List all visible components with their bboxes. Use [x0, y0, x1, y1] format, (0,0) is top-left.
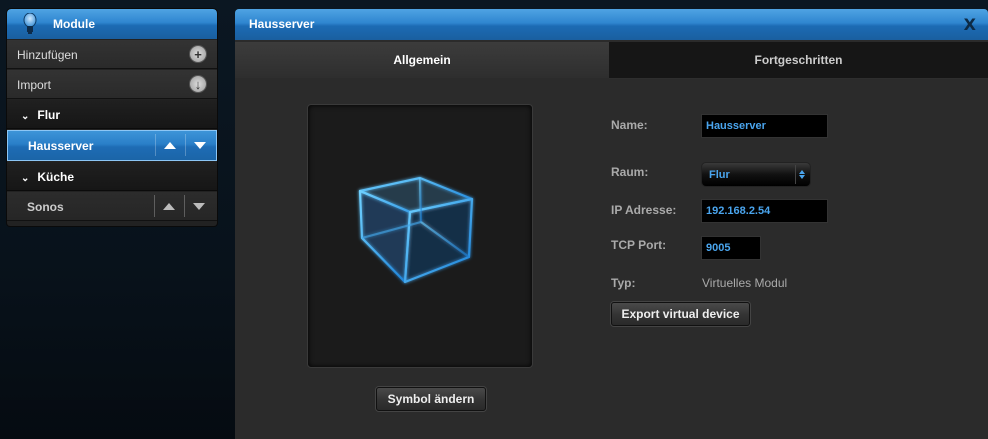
sidebar-item-hausserver[interactable]: Hausserver	[7, 130, 217, 161]
move-up-button[interactable]	[154, 195, 183, 217]
ip-address-field[interactable]: 192.168.2.54	[701, 199, 828, 223]
sidebar-group-flur[interactable]: ⌄ Flur	[7, 100, 217, 129]
room-label: Raum:	[611, 165, 649, 179]
move-up-button[interactable]	[155, 134, 184, 156]
dialog-title: Hausserver	[249, 17, 315, 31]
tab-fortgeschritten[interactable]: Fortgeschritten	[609, 42, 988, 79]
sidebar-header: Module	[7, 9, 217, 39]
group-label: Küche	[37, 170, 75, 184]
move-down-button[interactable]	[185, 134, 214, 156]
port-label: TCP Port:	[611, 238, 667, 252]
close-icon[interactable]: X	[964, 15, 976, 34]
group-label: Flur	[37, 108, 61, 122]
arrow-up-icon	[164, 141, 176, 149]
sidebar-item-add[interactable]: Hinzufügen +	[7, 40, 217, 69]
sidebar-item-label: Import	[17, 78, 52, 92]
sidebar-item-label: Sonos	[27, 200, 64, 214]
arrow-down-icon	[193, 202, 205, 210]
cube-icon	[358, 176, 474, 284]
plus-icon[interactable]: +	[190, 46, 206, 62]
module-dialog: Hausserver X Allgemein Fortgeschritten S…	[235, 9, 988, 439]
tcp-port-field[interactable]: 9005	[701, 236, 761, 260]
type-label: Typ:	[611, 276, 636, 290]
tab-allgemein[interactable]: Allgemein	[235, 42, 609, 78]
sidebar-item-import[interactable]: Import ↓	[7, 70, 217, 99]
select-arrows-icon	[795, 165, 808, 184]
arrow-up-icon	[163, 202, 175, 210]
lightbulb-icon	[23, 13, 37, 34]
name-label: Name:	[611, 118, 648, 132]
export-virtual-device-button[interactable]: Export virtual device	[611, 302, 750, 326]
sidebar-item-label: Hausserver	[28, 139, 94, 153]
room-select[interactable]: Flur	[701, 162, 811, 187]
sidebar-group-kueche[interactable]: ⌄ Küche	[7, 162, 217, 191]
sidebar-item-label: Hinzufügen	[17, 48, 78, 62]
name-field[interactable]: Hausserver	[701, 114, 828, 138]
chevron-down-icon: ⌄	[21, 173, 30, 184]
sidebar-item-sonos[interactable]: Sonos	[7, 192, 217, 221]
chevron-down-icon: ⌄	[21, 111, 30, 122]
module-sidebar: Module Hinzufügen + Import ↓ ⌄ Flur Hauss…	[7, 9, 217, 226]
change-symbol-button[interactable]: Symbol ändern	[376, 387, 486, 411]
room-select-value: Flur	[709, 168, 730, 181]
type-value: Virtuelles Modul	[702, 276, 788, 290]
dialog-header: Hausserver X	[235, 9, 988, 40]
module-symbol-preview	[307, 104, 533, 368]
tab-bar: Allgemein Fortgeschritten	[235, 42, 988, 79]
arrow-down-icon	[194, 141, 206, 149]
move-down-button[interactable]	[184, 195, 213, 217]
sidebar-title: Module	[53, 17, 95, 31]
download-icon[interactable]: ↓	[190, 76, 206, 92]
ip-label: IP Adresse:	[611, 203, 677, 217]
